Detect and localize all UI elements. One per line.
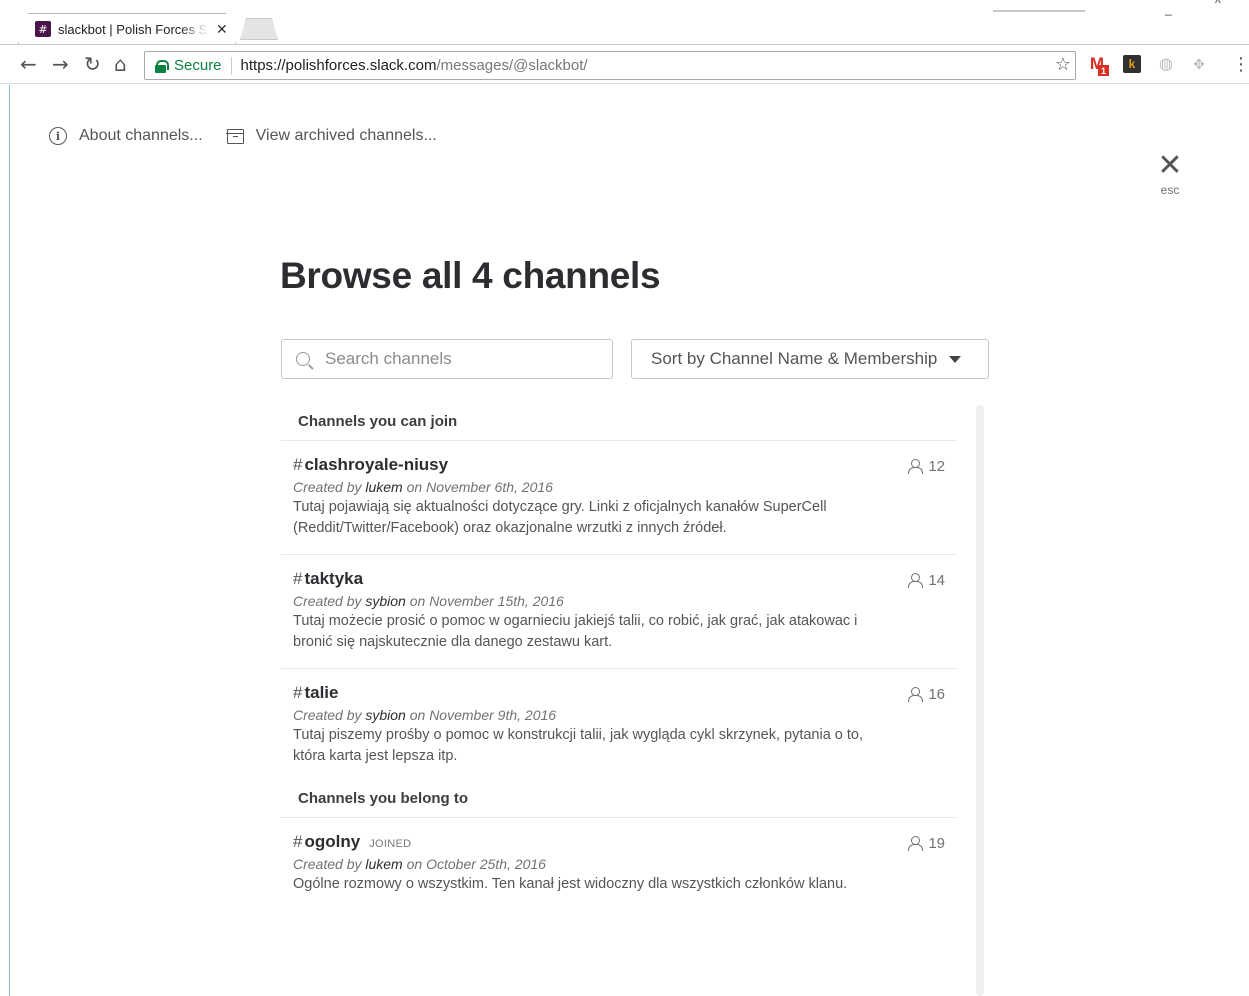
member-count: 16: [908, 686, 945, 703]
k-extension-icon[interactable]: k: [1123, 55, 1141, 73]
channel-name: taktyka: [304, 569, 364, 588]
left-border: [9, 85, 10, 996]
home-icon[interactable]: ⌂: [114, 53, 127, 75]
created-prefix: Created by: [293, 707, 366, 723]
hash-icon: #: [293, 569, 303, 588]
back-arrow-icon[interactable]: ←: [20, 53, 37, 75]
member-count: 12: [908, 458, 945, 475]
channel-row[interactable]: # ogolny JOINED Created by lukem on Octo…: [281, 818, 957, 910]
page-title: Browse all 4 channels: [280, 255, 661, 296]
member-count-value: 19: [928, 835, 945, 852]
browser-tab[interactable]: # slackbot | Polish Forces Slack ✕: [18, 13, 236, 44]
creator-name: sybion: [365, 707, 406, 723]
window-controls: _ ^: [989, 0, 1249, 20]
creator-name: sybion: [365, 593, 406, 609]
created-prefix: Created by: [293, 479, 366, 495]
browser-toolbar: ← → ↻ ⌂ Secure https://polishforces.slac…: [0, 44, 1249, 84]
member-count-value: 16: [928, 686, 945, 703]
channel-name: ogolny: [304, 832, 361, 851]
url-host: https://polishforces.slack.com: [240, 57, 437, 74]
created-prefix: Created by: [293, 593, 366, 609]
search-icon: [296, 352, 310, 366]
channel-name-row: # talie: [293, 683, 945, 705]
created-date: on November 6th, 2016: [402, 479, 553, 495]
browser-menu-icon[interactable]: ⋮: [1232, 54, 1249, 75]
bookmark-star-icon[interactable]: ☆: [1055, 54, 1071, 75]
url-path: /messages/@slackbot/: [436, 57, 588, 74]
user-icon: [908, 836, 924, 851]
forward-arrow-icon[interactable]: →: [52, 53, 69, 75]
channel-row[interactable]: # talie Created by sybion on November 9t…: [281, 669, 957, 782]
tab-title: slackbot | Polish Forces Slack: [58, 21, 208, 37]
address-separator: [230, 56, 232, 75]
archive-icon[interactable]: [226, 128, 244, 144]
secure-label: Secure: [174, 57, 222, 74]
member-count-value: 12: [928, 458, 945, 475]
hash-icon: #: [293, 455, 303, 474]
gmail-badge: 1: [1098, 65, 1109, 76]
esc-label: esc: [1160, 183, 1180, 197]
channel-created: Created by lukem on October 25th, 2016: [293, 856, 945, 872]
about-channels-link[interactable]: About channels...: [79, 127, 203, 145]
channel-created: Created by lukem on November 6th, 2016: [293, 479, 945, 495]
slack-favicon-icon: #: [35, 21, 51, 37]
section-header-belong-to: Channels you belong to: [281, 782, 957, 818]
user-icon: [908, 459, 924, 474]
minimize-icon[interactable]: _: [1165, 2, 1172, 16]
created-date: on October 25th, 2016: [402, 856, 546, 872]
gmail-icon[interactable]: M1: [1088, 54, 1109, 76]
channel-created: Created by sybion on November 9th, 2016: [293, 707, 945, 723]
close-button[interactable]: ✕ esc: [1155, 151, 1185, 198]
globe-extension-icon[interactable]: ◍: [1157, 55, 1175, 73]
new-tab-button[interactable]: [240, 18, 278, 40]
channel-name-row: # taktyka: [293, 569, 945, 591]
member-count: 14: [908, 572, 945, 589]
channel-row[interactable]: # clashroyale-niusy Created by lukem on …: [281, 441, 957, 555]
channel-row[interactable]: # taktyka Created by sybion on November …: [281, 555, 957, 669]
channel-description: Tutaj możecie prosić o pomoc w ogarnieci…: [293, 613, 858, 650]
top-links: i About channels... View archived channe…: [49, 127, 437, 145]
search-box[interactable]: [281, 339, 613, 379]
channel-browser: i About channels... View archived channe…: [0, 85, 1249, 996]
restore-icon[interactable]: ^: [1215, 0, 1221, 10]
address-bar[interactable]: Secure https://polishforces.slack.com/me…: [144, 51, 1076, 80]
created-date: on November 15th, 2016: [405, 593, 564, 609]
view-archived-link[interactable]: View archived channels...: [256, 127, 437, 145]
list-scrollbar[interactable]: [976, 405, 984, 996]
channel-created: Created by sybion on November 15th, 2016: [293, 593, 945, 609]
hash-icon: #: [293, 832, 303, 851]
close-icon[interactable]: ✕: [1155, 151, 1185, 181]
user-icon: [908, 573, 924, 588]
caret-down-icon: [949, 355, 962, 363]
created-date: on November 9th, 2016: [405, 707, 557, 723]
section-header-can-join: Channels you can join: [281, 405, 957, 441]
channel-name-row: # ogolny JOINED: [293, 832, 945, 854]
puzzle-extension-icon[interactable]: ✥: [1190, 55, 1208, 73]
creator-name: lukem: [365, 479, 403, 495]
sort-dropdown[interactable]: Sort by Channel Name & Membership: [631, 339, 989, 379]
channel-list: Channels you can join # clashroyale-nius…: [281, 405, 957, 910]
lock-icon: [155, 59, 169, 73]
search-input[interactable]: [325, 349, 595, 369]
sort-label: Sort by Channel Name & Membership: [651, 349, 938, 368]
channel-description: Tutaj pojawiają się aktualności dotycząc…: [293, 499, 827, 536]
tab-close-icon[interactable]: ✕: [216, 21, 228, 38]
window-drag-handle[interactable]: [993, 10, 1085, 12]
browser-tab-bar: # slackbot | Polish Forces Slack ✕ _ ^: [0, 0, 1249, 44]
member-count: 19: [908, 835, 945, 852]
channel-description: Tutaj piszemy prośby o pomoc w konstrukc…: [293, 727, 864, 764]
user-icon: [908, 687, 924, 702]
channel-name: talie: [304, 683, 339, 702]
joined-badge: JOINED: [369, 838, 412, 850]
info-icon[interactable]: i: [49, 127, 67, 145]
created-prefix: Created by: [293, 856, 366, 872]
reload-icon[interactable]: ↻: [84, 53, 101, 75]
member-count-value: 14: [928, 572, 945, 589]
creator-name: lukem: [365, 856, 403, 872]
hash-icon: #: [293, 683, 303, 702]
channel-name: clashroyale-niusy: [304, 455, 449, 474]
channel-name-row: # clashroyale-niusy: [293, 455, 945, 477]
channel-description: Ogólne rozmowy o wszystkim. Ten kanał je…: [293, 876, 848, 892]
